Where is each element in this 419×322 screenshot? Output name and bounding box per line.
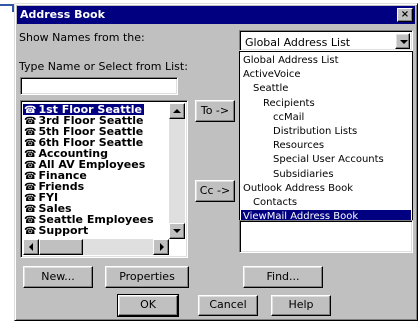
scroll-right-button[interactable] bbox=[153, 239, 169, 255]
arrow-left-icon bbox=[29, 243, 33, 251]
dropdown-option[interactable]: Special User Accounts bbox=[241, 153, 411, 167]
dropdown-option[interactable]: Outlook Address Book bbox=[241, 182, 411, 196]
dropdown-option[interactable]: Resources bbox=[241, 139, 411, 153]
close-button[interactable]: × bbox=[397, 8, 413, 22]
recipients-listbox[interactable] bbox=[239, 220, 413, 253]
cc-button[interactable]: Cc -> bbox=[195, 180, 235, 202]
dropdown-option-label: Outlook Address Book bbox=[243, 182, 354, 194]
cc-button-label: Cc -> bbox=[199, 184, 231, 197]
show-names-label: Show Names from the: bbox=[19, 31, 145, 44]
dropdown-option[interactable]: Distribution Lists bbox=[241, 125, 411, 139]
find-button-label: Find... bbox=[266, 270, 300, 283]
names-listbox[interactable]: ☎ 1st Floor Seattle ☎ 3rd Floor Seattle ☎ 5th… bbox=[20, 100, 188, 258]
list-item[interactable]: ☎ Support bbox=[23, 224, 90, 237]
dropdown-option[interactable]: Global Address List bbox=[241, 54, 411, 68]
ok-button-label: OK bbox=[140, 298, 156, 311]
arrow-down-icon bbox=[173, 229, 181, 233]
dropdown-option-label: Distribution Lists bbox=[273, 126, 358, 137]
dropdown-option-label: ActiveVoice bbox=[243, 69, 301, 81]
cancel-button-label: Cancel bbox=[209, 298, 247, 311]
properties-button-label: Properties bbox=[119, 270, 175, 283]
dropdown-option[interactable]: ActiveVoice bbox=[241, 68, 411, 82]
help-button[interactable]: Help bbox=[271, 295, 331, 316]
names-vertical-scrollbar[interactable] bbox=[169, 103, 185, 239]
dropdown-option[interactable]: ccMail bbox=[241, 111, 411, 125]
scroll-up-button[interactable] bbox=[169, 103, 185, 119]
chevron-down-icon bbox=[400, 40, 408, 44]
dropdown-option-label: Subsidiaries bbox=[273, 168, 334, 180]
new-button[interactable]: New... bbox=[23, 266, 93, 288]
show-names-selected: Global Address List bbox=[245, 36, 351, 49]
group-icon: ☎ bbox=[24, 226, 37, 237]
cancel-button[interactable]: Cancel bbox=[198, 295, 258, 316]
combo-dropdown-button[interactable] bbox=[395, 33, 410, 49]
window-title: Address Book bbox=[20, 8, 105, 21]
arrow-up-icon bbox=[173, 109, 181, 113]
dropdown-option[interactable]: Contacts bbox=[241, 196, 411, 210]
dropdown-option[interactable]: Subsidiaries bbox=[241, 168, 411, 182]
show-names-dropdown: Global Address List ActiveVoice Seattle Rec… bbox=[239, 51, 413, 226]
names-horizontal-scrollbar[interactable] bbox=[23, 239, 169, 255]
dropdown-option-label: Recipients bbox=[263, 97, 315, 109]
properties-button[interactable]: Properties bbox=[105, 266, 189, 288]
show-names-combo[interactable]: Global Address List bbox=[239, 30, 413, 51]
scroll-left-button[interactable] bbox=[23, 239, 39, 255]
dropdown-option[interactable]: Seattle bbox=[241, 82, 411, 96]
scroll-down-button[interactable] bbox=[169, 223, 185, 239]
list-item-label: Support bbox=[38, 224, 89, 237]
dropdown-option-label: Resources bbox=[273, 140, 325, 152]
dropdown-option-label: Seattle bbox=[253, 83, 289, 95]
dropdown-option-label: Contacts bbox=[253, 197, 298, 208]
dropdown-option[interactable]: Recipients bbox=[241, 97, 411, 111]
new-button-label: New... bbox=[41, 270, 75, 283]
dropdown-option-label: Special User Accounts bbox=[273, 154, 384, 166]
type-name-label: Type Name or Select from List: bbox=[19, 60, 188, 73]
to-button[interactable]: To -> bbox=[195, 100, 235, 122]
title-bar[interactable]: Address Book × bbox=[17, 6, 415, 24]
close-icon: × bbox=[400, 9, 410, 20]
names-list-items: ☎ 1st Floor Seattle ☎ 3rd Floor Seattle ☎ 5th… bbox=[21, 101, 169, 239]
arrow-right-icon bbox=[160, 243, 164, 251]
address-book-window: Address Book × Show Names from the: Glob… bbox=[14, 3, 418, 321]
type-name-input[interactable] bbox=[20, 77, 178, 95]
dropdown-option-label: ccMail bbox=[273, 111, 305, 123]
dropdown-option-label: Global Address List bbox=[243, 55, 339, 66]
find-button[interactable]: Find... bbox=[243, 266, 323, 288]
horizontal-scroll-thumb[interactable] bbox=[39, 239, 83, 255]
to-button-label: To -> bbox=[200, 104, 230, 117]
ok-button[interactable]: OK bbox=[117, 294, 179, 317]
help-button-label: Help bbox=[288, 298, 314, 311]
